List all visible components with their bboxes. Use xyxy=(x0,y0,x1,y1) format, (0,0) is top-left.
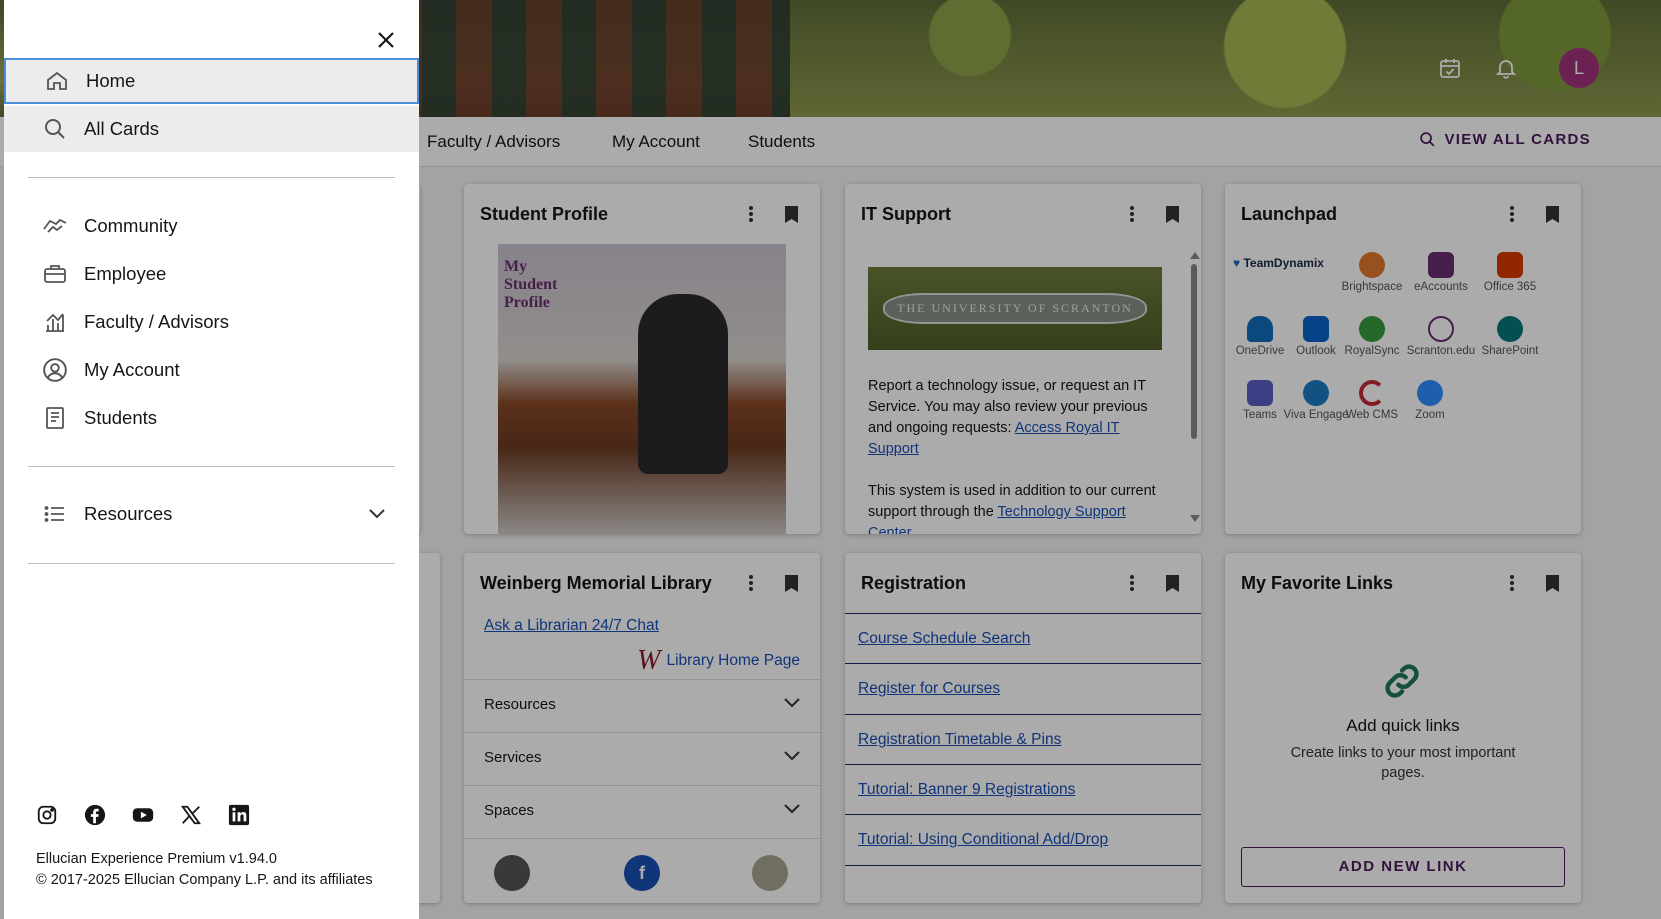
divider xyxy=(28,466,395,467)
close-icon[interactable] xyxy=(368,22,404,58)
version-text: Ellucian Experience Premium v1.94.0 xyxy=(36,851,277,867)
home-icon xyxy=(44,68,70,94)
search-icon xyxy=(42,116,68,142)
nav-item-faculty-advisors[interactable]: Faculty / Advisors xyxy=(4,299,419,345)
nav-item-community[interactable]: Community xyxy=(4,203,419,249)
nav-item-resources[interactable]: Resources xyxy=(4,491,419,537)
nav-item-all-cards[interactable]: All Cards xyxy=(4,106,419,152)
youtube-icon[interactable] xyxy=(132,804,154,826)
x-twitter-icon[interactable] xyxy=(180,804,202,826)
copyright-text: © 2017-2025 Ellucian Company L.P. and it… xyxy=(36,872,373,888)
briefcase-icon xyxy=(42,261,68,287)
nav-item-home[interactable]: Home xyxy=(4,58,419,104)
nav-item-my-account[interactable]: My Account xyxy=(4,347,419,393)
linkedin-icon[interactable] xyxy=(228,804,250,826)
chart-icon xyxy=(42,309,68,335)
nav-item-students[interactable]: Students xyxy=(4,395,419,441)
handshake-icon xyxy=(42,213,68,239)
nav-item-label: Resources xyxy=(84,503,173,524)
divider xyxy=(28,177,395,178)
nav-item-label: Faculty / Advisors xyxy=(84,311,229,332)
notebook-icon xyxy=(42,405,68,431)
nav-item-label: Community xyxy=(84,215,178,236)
social-links xyxy=(36,804,250,826)
nav-item-label: My Account xyxy=(84,359,180,380)
nav-item-label: Students xyxy=(84,407,158,428)
nav-item-employee[interactable]: Employee xyxy=(4,251,419,297)
chevron-down-icon xyxy=(369,509,385,519)
instagram-icon[interactable] xyxy=(36,804,58,826)
list-icon xyxy=(42,501,68,527)
navigation-drawer: Home All Cards Community Employee Facult… xyxy=(4,0,419,919)
facebook-icon[interactable] xyxy=(84,804,106,826)
nav-item-label: Home xyxy=(86,70,136,91)
account-circle-icon xyxy=(42,357,68,383)
divider xyxy=(28,563,395,564)
nav-item-label: Employee xyxy=(84,263,167,284)
nav-item-label: All Cards xyxy=(84,118,160,139)
